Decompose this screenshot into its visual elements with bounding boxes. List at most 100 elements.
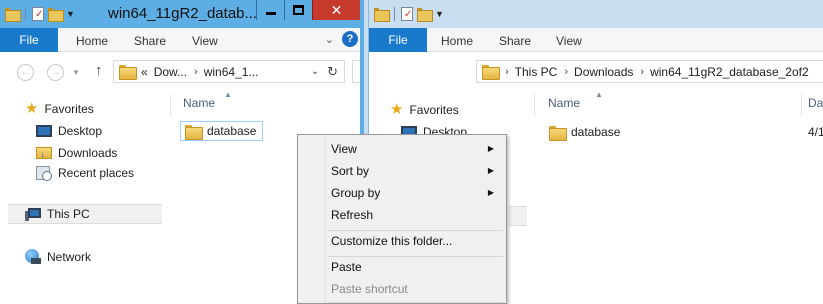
tab-view[interactable]: View [556, 34, 582, 48]
menu-item-sort-by[interactable]: Sort by ▶ [300, 160, 504, 182]
nav-item-recent-places[interactable]: Recent places [36, 166, 135, 181]
star-icon: ★ [390, 101, 404, 118]
recent-locations-chevron-icon[interactable]: ▼ [72, 68, 80, 77]
minimize-button[interactable] [256, 0, 284, 20]
expand-ribbon-chevron-icon[interactable]: ⌄ [325, 33, 334, 46]
nav-favorites[interactable]: ★ Favorites [25, 100, 94, 117]
file-row[interactable]: database [180, 121, 264, 141]
nav-item-network[interactable]: Network [25, 249, 91, 265]
breadcrumb-chevron-icon[interactable]: › [194, 66, 198, 78]
address-bar[interactable]: › This PC › Downloads › win64_11gR2_data… [476, 60, 823, 83]
column-header-name[interactable]: Name [183, 96, 215, 110]
tab-share[interactable]: Share [134, 34, 166, 48]
pc-icon [25, 207, 41, 221]
menu-item-paste[interactable]: Paste [300, 256, 504, 278]
customize-toolbar-chevron-icon[interactable]: ▼ [435, 9, 444, 19]
menu-item-group-by[interactable]: Group by ▶ [300, 182, 504, 204]
menu-item-view[interactable]: View ▶ [300, 138, 504, 160]
breadcrumb-chevron-icon[interactable]: › [505, 66, 509, 78]
title-bar[interactable]: ▼ [369, 0, 823, 28]
breadcrumb-item[interactable]: win64_11gR2_database_2of2 [650, 65, 809, 79]
caption-buttons: ✕ [256, 0, 360, 20]
ribbon-tabs: File Home Share View [369, 28, 823, 52]
folder-icon[interactable] [5, 8, 21, 22]
star-icon: ★ [25, 100, 39, 117]
submenu-arrow-icon: ▶ [487, 144, 494, 153]
nav-item-downloads[interactable]: ↓ Downloads [36, 145, 117, 160]
menu-separator [328, 302, 503, 303]
address-bar[interactable]: « Dow... › win64_1... ⌄ ↻ [113, 60, 345, 83]
tab-share[interactable]: Share [499, 34, 531, 48]
address-row: › This PC › Downloads › win64_11gR2_data… [369, 53, 823, 90]
customize-toolbar-chevron-icon[interactable]: ▼ [66, 9, 75, 19]
pane-divider [534, 94, 535, 116]
menu-item-label: Sort by [331, 164, 370, 178]
file-name: database [571, 125, 621, 139]
nav-item-this-pc[interactable]: This PC [25, 207, 90, 221]
address-row: ← → ▼ ↑ « Dow... › win64_1... ⌄ ↻ [0, 53, 360, 90]
breadcrumb-item[interactable]: Downloads [574, 65, 633, 79]
nav-item-desktop[interactable]: Desktop [36, 124, 102, 138]
tab-file[interactable]: File [369, 28, 427, 52]
file-row[interactable]: database [549, 122, 620, 142]
breadcrumb-item[interactable]: Dow... [154, 65, 187, 79]
column-header-date[interactable]: Dat [808, 96, 823, 110]
tab-file[interactable]: File [0, 28, 58, 52]
folder-icon[interactable] [374, 8, 390, 22]
tab-view[interactable]: View [192, 34, 218, 48]
breadcrumb-item[interactable]: This PC [515, 65, 558, 79]
breadcrumb-chevron-icon[interactable]: › [564, 66, 568, 78]
folder-icon [119, 65, 137, 80]
search-box-edge[interactable] [352, 60, 360, 83]
maximize-icon [293, 5, 304, 15]
pane-divider [170, 94, 171, 116]
quick-access-toolbar: ▼ [5, 6, 75, 22]
maximize-button[interactable] [284, 0, 312, 20]
column-separator[interactable] [801, 94, 802, 116]
new-folder-icon[interactable] [48, 8, 64, 22]
menu-item-label: Paste [331, 260, 362, 274]
properties-icon[interactable] [401, 7, 413, 21]
folder-icon [482, 65, 500, 80]
new-folder-icon[interactable] [417, 8, 433, 22]
folder-icon [549, 125, 567, 141]
nav-item-label: This PC [47, 207, 90, 221]
tab-home[interactable]: Home [441, 34, 473, 48]
nav-favorites-label: Favorites [409, 103, 459, 117]
title-bar[interactable]: ▼ win64_11gR2_datab... ✕ [0, 0, 360, 28]
help-icon[interactable]: ? [342, 31, 358, 47]
forward-button[interactable]: → [47, 64, 64, 81]
column-header-name[interactable]: Name [548, 96, 580, 110]
nav-favorites-label: Favorites [44, 102, 94, 116]
menu-item-label: View [331, 142, 357, 156]
nav-item-label: Recent places [58, 166, 135, 180]
ribbon-tabs: File Home Share View ⌄ ? [0, 28, 360, 52]
refresh-icon[interactable]: ↻ [327, 64, 338, 80]
downloads-icon: ↓ [36, 145, 52, 160]
window-title: win64_11gR2_datab... [108, 5, 258, 22]
back-button[interactable]: ← [17, 64, 34, 81]
breadcrumb-item[interactable]: win64_1... [204, 65, 259, 79]
tab-home[interactable]: Home [76, 34, 108, 48]
menu-item-label: Refresh [331, 208, 374, 222]
nav-item-label: Desktop [58, 124, 103, 138]
ribbon-controls: ⌄ ? [325, 31, 358, 47]
menu-item-refresh[interactable]: Refresh [300, 204, 504, 226]
sort-caret-icon: ▲ [595, 90, 603, 99]
up-arrow-icon[interactable]: ↑ [95, 62, 103, 79]
history-chevron-icon[interactable]: ⌄ [311, 66, 319, 77]
properties-icon[interactable] [32, 7, 44, 21]
nav-selection-highlight [509, 206, 527, 226]
network-icon [25, 249, 41, 265]
breadcrumb-overflow[interactable]: « [141, 65, 148, 79]
menu-item-label: Paste shortcut [331, 282, 408, 296]
menu-item-paste-shortcut: Paste shortcut [300, 278, 504, 300]
menu-item-customize-folder[interactable]: Customize this folder... [300, 230, 504, 252]
submenu-arrow-icon: ▶ [487, 188, 494, 197]
toolbar-separator [394, 7, 395, 21]
nav-favorites[interactable]: ★ Favorites [390, 101, 459, 118]
breadcrumb-chevron-icon[interactable]: › [640, 66, 644, 78]
folder-icon [185, 124, 203, 140]
file-date: 4/1 [808, 125, 823, 139]
close-button[interactable]: ✕ [312, 0, 360, 20]
